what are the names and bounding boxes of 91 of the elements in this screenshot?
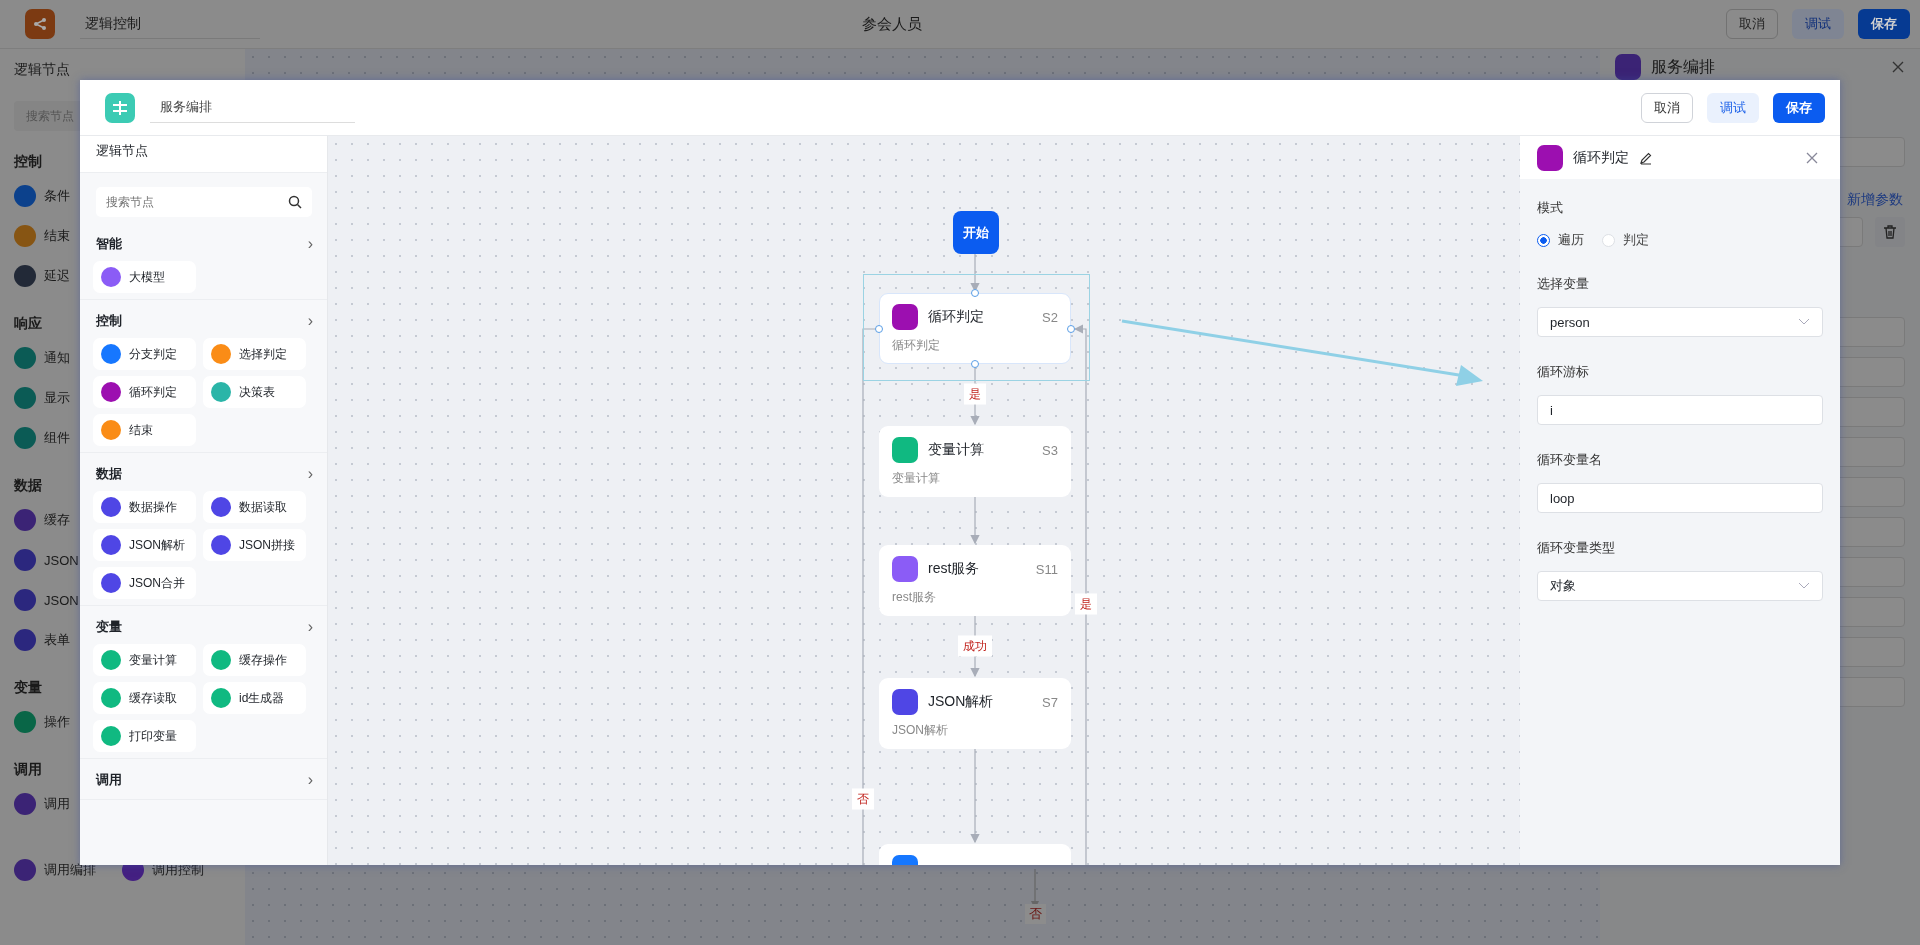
- input-field[interactable]: loop: [1537, 483, 1823, 513]
- node-item[interactable]: 打印变量: [93, 720, 196, 752]
- flow-node[interactable]: rest服务 S11 rest服务: [879, 545, 1071, 616]
- flow-node[interactable]: 变量计算 S3 变量计算: [879, 426, 1071, 497]
- close-icon[interactable]: [1891, 60, 1905, 74]
- connection-port[interactable]: [1067, 325, 1075, 333]
- edge-label: 是: [1075, 593, 1097, 615]
- section-title: 控制: [96, 312, 122, 330]
- title-field[interactable]: 服务编排: [150, 92, 355, 123]
- expand-toggle[interactable]: ›: [307, 771, 317, 789]
- toolbar-button[interactable]: 取消: [1641, 92, 1693, 123]
- node-item[interactable]: 延迟: [14, 259, 74, 293]
- radio-option[interactable]: 遍历: [1537, 231, 1584, 249]
- node-item[interactable]: 组件: [14, 421, 74, 455]
- node-item[interactable]: 调用: [14, 787, 74, 821]
- section-title: 数据: [14, 477, 42, 495]
- delete-button[interactable]: [1875, 217, 1905, 247]
- select-field[interactable]: 对象: [1537, 571, 1823, 601]
- node-item[interactable]: 操作: [14, 705, 74, 739]
- node-item[interactable]: 缓存操作: [203, 644, 306, 676]
- toolbar-button[interactable]: 保存: [1858, 9, 1910, 39]
- node-item[interactable]: 数据读取: [203, 491, 306, 523]
- node-item[interactable]: 分支判定: [93, 338, 196, 370]
- node-item[interactable]: 显示: [14, 381, 74, 415]
- node-item[interactable]: 变量计算: [93, 644, 196, 676]
- close-icon[interactable]: [1806, 151, 1818, 164]
- search-field[interactable]: 搜索节点: [96, 187, 312, 217]
- logo-icon: [25, 9, 55, 39]
- flow-node[interactable]: JSON解析 S7 JSON解析: [879, 678, 1071, 749]
- connection-port[interactable]: [971, 360, 979, 368]
- edge-label: 否: [852, 788, 874, 810]
- node-item[interactable]: 大模型: [93, 261, 196, 293]
- pencil-icon[interactable]: [1639, 150, 1653, 165]
- field-label: 循环变量类型: [1537, 539, 1615, 557]
- section-title: 响应: [14, 315, 42, 333]
- node-item[interactable]: JSON拼接: [203, 529, 306, 561]
- field-label: 模式: [1537, 199, 1563, 217]
- section-title: 数据: [96, 465, 122, 483]
- input-field[interactable]: i: [1537, 395, 1823, 425]
- node-item[interactable]: 循环判定: [93, 376, 196, 408]
- connection-port[interactable]: [875, 325, 883, 333]
- toolbar-button[interactable]: 取消: [1726, 9, 1778, 39]
- panel-title: 逻辑节点: [14, 61, 70, 79]
- field-label: 循环游标: [1537, 363, 1589, 381]
- toolbar-button[interactable]: 调试: [1707, 92, 1759, 123]
- section-title: 调用: [96, 771, 122, 789]
- edge-label: 是: [964, 383, 986, 405]
- panel-title: 循环判定: [1573, 148, 1629, 167]
- expand-toggle[interactable]: ›: [307, 235, 317, 253]
- flow-node[interactable]: 循环判定 S2 循环判定: [879, 293, 1071, 364]
- radio-option[interactable]: 判定: [1602, 231, 1649, 249]
- toolbar-button[interactable]: 保存: [1773, 92, 1825, 123]
- node-item[interactable]: 决策表: [203, 376, 306, 408]
- connection-port[interactable]: [971, 289, 979, 297]
- node-item[interactable]: 缓存: [14, 503, 74, 537]
- node-item[interactable]: id生成器: [203, 682, 306, 714]
- expand-toggle[interactable]: ›: [307, 465, 317, 483]
- tile-icon: [1615, 54, 1641, 80]
- node-item[interactable]: 结束: [14, 219, 74, 253]
- app-title: 逻辑控制: [80, 9, 260, 39]
- node-item[interactable]: 数据操作: [93, 491, 196, 523]
- node-item[interactable]: 通知: [14, 341, 74, 375]
- section-title: 智能: [96, 235, 122, 253]
- trash-icon: [1882, 224, 1898, 240]
- field-label: 循环变量名: [1537, 451, 1602, 469]
- node-item[interactable]: 缓存读取: [93, 682, 196, 714]
- section-title: 控制: [14, 153, 42, 171]
- logo-icon: [105, 92, 135, 123]
- section-title: 变量: [96, 618, 122, 636]
- section-title: 调用: [14, 761, 42, 779]
- node-item[interactable]: 选择判定: [203, 338, 306, 370]
- node-item[interactable]: 表单: [14, 623, 74, 657]
- expand-toggle[interactable]: ›: [307, 618, 317, 636]
- node-item[interactable]: 条件: [14, 179, 74, 213]
- edge-label: 否: [1025, 904, 1046, 924]
- node-item[interactable]: JSON解析: [93, 529, 196, 561]
- node-item[interactable]: 结束: [93, 414, 196, 446]
- node-item[interactable]: JSON合并: [93, 567, 196, 599]
- connector-arrow: [970, 496, 980, 545]
- expand-toggle[interactable]: ›: [307, 312, 317, 330]
- chevron-down-icon: [1798, 318, 1810, 326]
- field-label: 选择变量: [1537, 275, 1589, 293]
- panel-title: 服务编排: [1651, 56, 1715, 77]
- page-title: 参会人员: [862, 14, 922, 34]
- edge-label: 成功: [958, 635, 992, 657]
- chevron-down-icon: [1798, 582, 1810, 590]
- panel-title: 逻辑节点: [96, 143, 148, 158]
- section-title: 变量: [14, 679, 42, 697]
- start-node[interactable]: 开始: [953, 211, 999, 254]
- select-field[interactable]: person: [1537, 307, 1823, 337]
- search-icon: [288, 195, 302, 209]
